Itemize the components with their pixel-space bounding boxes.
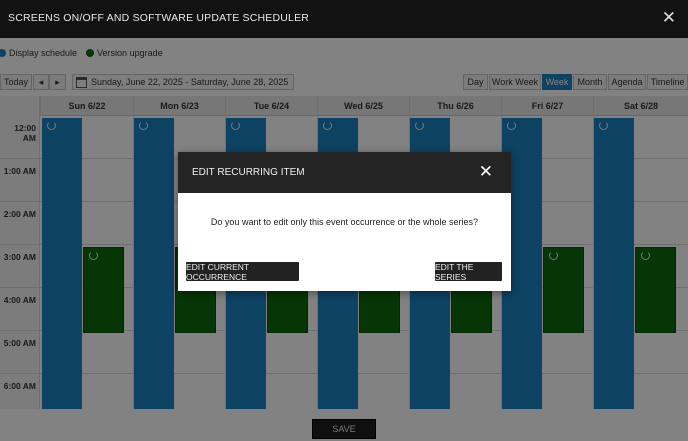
edit-series-button[interactable]: EDIT THE SERIES <box>435 262 502 282</box>
dialog-header: EDIT RECURRING ITEM ✕ <box>178 152 511 193</box>
edit-recurring-dialog: EDIT RECURRING ITEM ✕ Do you want to edi… <box>178 152 511 291</box>
edit-current-occurrence-button[interactable]: EDIT CURRENT OCCURRENCE <box>186 262 299 282</box>
window-close-icon[interactable]: ✕ <box>662 8 676 28</box>
dialog-message: Do you want to edit only this event occu… <box>210 217 479 227</box>
dialog-close-icon[interactable]: ✕ <box>479 162 493 182</box>
window-title: SCREENS ON/OFF AND SOFTWARE UPDATE SCHED… <box>8 12 310 24</box>
window-titlebar: SCREENS ON/OFF AND SOFTWARE UPDATE SCHED… <box>0 0 688 38</box>
dialog-title: EDIT RECURRING ITEM <box>192 167 305 178</box>
